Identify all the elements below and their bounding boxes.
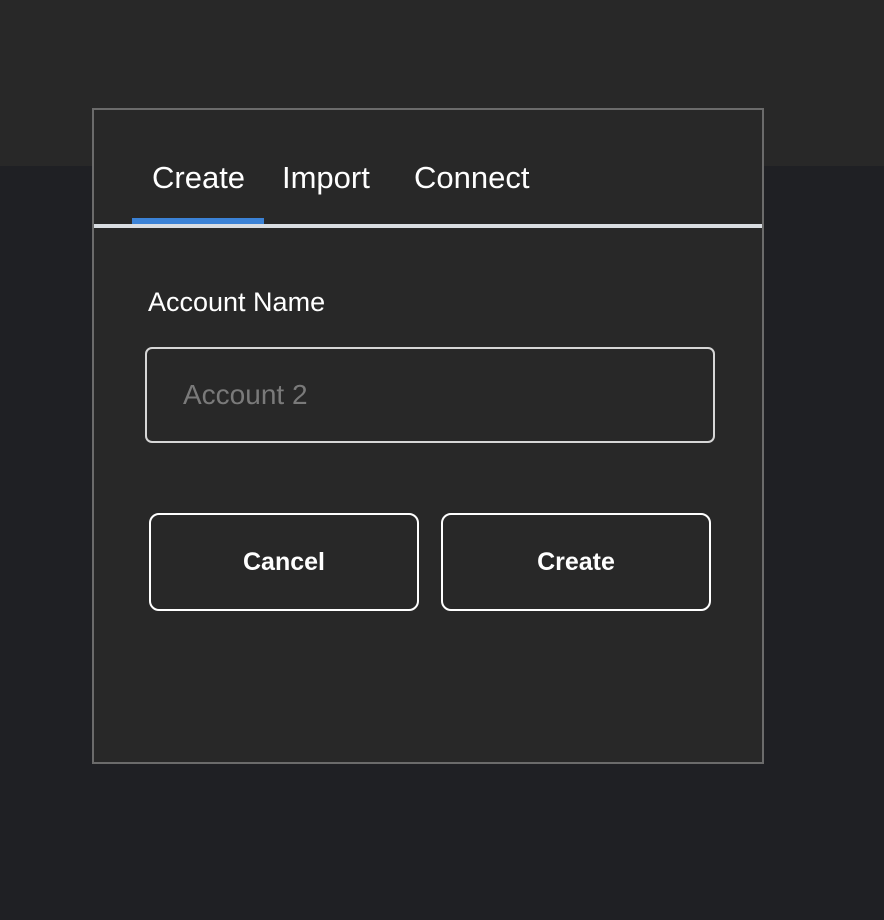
create-account-dialog: Create Import Connect Account Name Cance… (92, 108, 764, 764)
tab-import[interactable]: Import (282, 158, 370, 198)
account-name-label: Account Name (148, 287, 326, 317)
cancel-button[interactable]: Cancel (149, 513, 419, 611)
create-button[interactable]: Create (441, 513, 711, 611)
tab-connect[interactable]: Connect (414, 158, 529, 198)
tab-divider (94, 224, 762, 228)
tab-bar: Create Import Connect (94, 110, 762, 230)
tab-create[interactable]: Create (152, 158, 245, 198)
account-name-input[interactable] (145, 347, 715, 443)
